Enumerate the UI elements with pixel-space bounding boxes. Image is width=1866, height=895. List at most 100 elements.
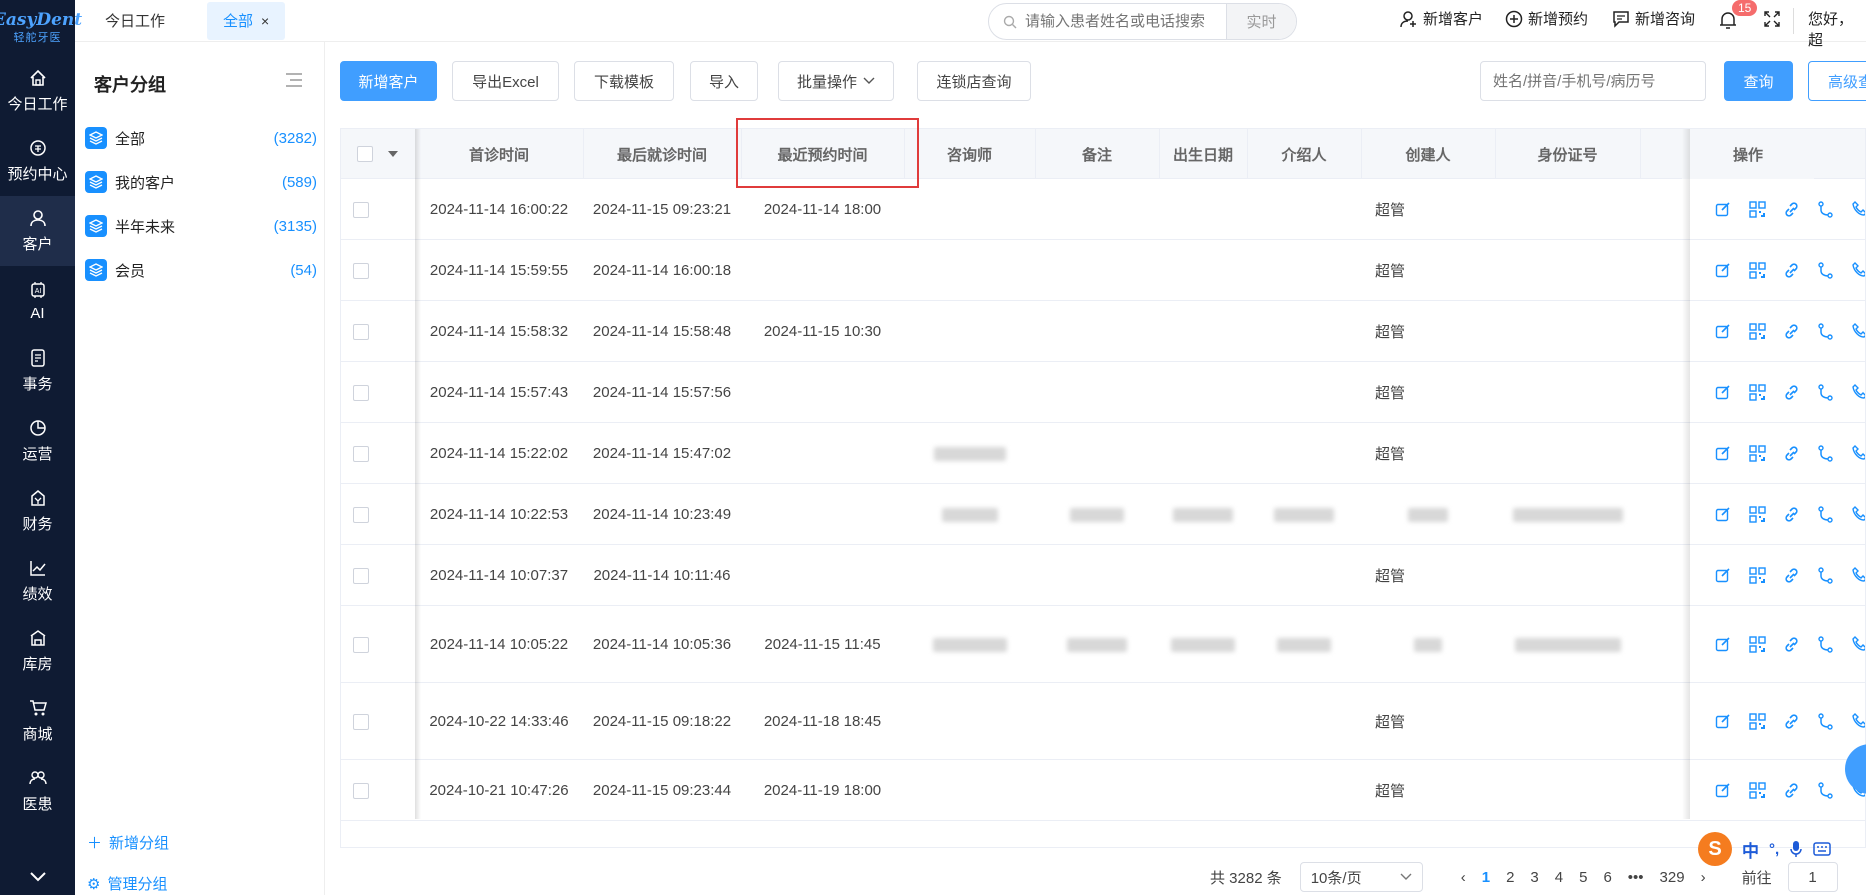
table-row[interactable]: 2024-11-14 15:58:32 2024-11-14 15:58:48 20… — [341, 301, 1865, 362]
goto-page-input[interactable]: 1 — [1787, 862, 1838, 892]
table-row[interactable]: 2024-11-14 10:05:22 2024-11-14 10:05:36 20… — [341, 606, 1865, 683]
column-header[interactable]: 介绍人 — [1247, 129, 1361, 179]
edit-icon[interactable] — [1715, 384, 1732, 401]
page-6[interactable]: 6 — [1603, 869, 1611, 886]
prev-page-button[interactable]: ‹ — [1461, 869, 1466, 886]
nav-item-task[interactable]: 事务 — [0, 336, 75, 406]
collapse-menu-icon[interactable] — [285, 73, 303, 87]
qrcode-icon[interactable] — [1749, 567, 1766, 584]
advanced-query-button[interactable]: 高级查 — [1808, 61, 1866, 101]
tab-all[interactable]: 全部 × — [207, 1, 286, 40]
row-checkbox[interactable] — [353, 323, 369, 340]
realtime-toggle[interactable]: 实时 — [1226, 4, 1296, 39]
new-consult-top-button[interactable]: 新增咨询 — [1612, 8, 1695, 29]
page-2[interactable]: 2 — [1506, 869, 1514, 886]
new-appointment-top-button[interactable]: 新增预约 — [1505, 8, 1588, 29]
table-row[interactable]: 2024-11-14 15:22:02 2024-11-14 15:47:02 超管 — [341, 423, 1865, 484]
qrcode-icon[interactable] — [1749, 262, 1766, 279]
phone-icon[interactable] — [1851, 713, 1866, 730]
branch-icon[interactable] — [1817, 384, 1834, 401]
branch-icon[interactable] — [1817, 201, 1834, 218]
nav-item-appointment[interactable]: 预约中心 — [0, 126, 75, 196]
export-excel-button[interactable]: 导出Excel — [452, 61, 559, 101]
branch-icon[interactable] — [1817, 262, 1834, 279]
column-header[interactable]: 身份证号 — [1495, 129, 1640, 179]
close-icon[interactable]: × — [261, 13, 269, 29]
table-row[interactable]: 2024-11-14 15:57:43 2024-11-14 15:57:56 超管 — [341, 362, 1866, 423]
phone-icon[interactable] — [1851, 262, 1866, 279]
column-header[interactable]: 首诊时间 — [415, 129, 583, 179]
edit-icon[interactable] — [1715, 636, 1732, 653]
link-icon[interactable] — [1783, 262, 1800, 279]
phone-icon[interactable] — [1851, 506, 1866, 523]
branch-icon[interactable] — [1817, 506, 1834, 523]
customer-query-input[interactable] — [1480, 61, 1706, 101]
tab-today-work[interactable]: 今日工作 — [89, 2, 181, 40]
branch-icon[interactable] — [1817, 567, 1834, 584]
table-row[interactable]: 2024-11-14 16:00:22 2024-11-15 09:23:21 20… — [341, 179, 1865, 240]
nav-item-line-chart[interactable]: 绩效 — [0, 546, 75, 616]
import-button[interactable]: 导入 — [690, 61, 758, 101]
nav-item-user[interactable]: 客户 — [0, 196, 75, 266]
next-page-button[interactable]: › — [1701, 869, 1706, 886]
table-row[interactable]: 2024-10-21 10:47:26 2024-11-15 09:23:44 20… — [341, 760, 1865, 821]
phone-icon[interactable] — [1851, 384, 1866, 401]
link-icon[interactable] — [1783, 506, 1800, 523]
new-customer-button[interactable]: 新增客户 — [340, 61, 437, 101]
nav-item-home[interactable]: 今日工作 — [0, 56, 75, 126]
row-checkbox[interactable] — [353, 713, 369, 730]
qrcode-icon[interactable] — [1749, 445, 1766, 462]
edit-icon[interactable] — [1715, 445, 1732, 462]
user-greeting[interactable]: 您好，超 — [1808, 8, 1866, 50]
nav-expand-button[interactable] — [0, 859, 75, 895]
edit-icon[interactable] — [1715, 323, 1732, 340]
download-template-button[interactable]: 下载模板 — [574, 61, 674, 101]
group-item[interactable]: 半年未来 (3135) — [85, 211, 317, 241]
edit-icon[interactable] — [1715, 713, 1732, 730]
branch-icon[interactable] — [1817, 636, 1834, 653]
page-last[interactable]: 329 — [1660, 869, 1685, 886]
ime-lang[interactable]: 中 — [1742, 837, 1759, 862]
nav-item-finance[interactable]: 财务 — [0, 476, 75, 546]
qrcode-icon[interactable] — [1749, 201, 1766, 218]
column-header[interactable]: 创建人 — [1361, 129, 1495, 179]
add-group-button[interactable]: ＋ 新增分组 — [87, 832, 169, 853]
table-row[interactable]: 2024-10-22 14:33:46 2024-11-15 09:18:22 20… — [341, 683, 1866, 760]
column-header[interactable]: 咨询师 — [904, 129, 1035, 179]
table-row[interactable]: 2024-11-14 10:22:53 2024-11-14 10:23:49 — [341, 484, 1866, 545]
link-icon[interactable] — [1783, 384, 1800, 401]
row-checkbox[interactable] — [353, 445, 369, 462]
row-checkbox[interactable] — [353, 262, 369, 279]
row-checkbox[interactable] — [353, 567, 369, 584]
branch-icon[interactable] — [1817, 713, 1834, 730]
fullscreen-button[interactable] — [1763, 10, 1786, 28]
edit-icon[interactable] — [1715, 782, 1732, 799]
select-all-checkbox[interactable] — [357, 146, 373, 162]
link-icon[interactable] — [1783, 782, 1800, 799]
row-checkbox[interactable] — [353, 201, 369, 218]
page-4[interactable]: 4 — [1555, 869, 1563, 886]
query-button[interactable]: 查询 — [1724, 61, 1793, 101]
page-3[interactable]: 3 — [1530, 869, 1538, 886]
ime-punct[interactable]: °, — [1769, 841, 1779, 858]
link-icon[interactable] — [1783, 323, 1800, 340]
qrcode-icon[interactable] — [1749, 636, 1766, 653]
row-checkbox[interactable] — [353, 636, 369, 653]
app-logo[interactable]: EasyDent 轻舵牙医 — [0, 0, 82, 56]
keyboard-icon[interactable] — [1813, 842, 1831, 856]
nav-item-warehouse[interactable]: 库房 — [0, 616, 75, 686]
column-header[interactable]: 出生日期 — [1159, 129, 1247, 179]
edit-icon[interactable] — [1715, 201, 1732, 218]
row-checkbox[interactable] — [353, 384, 369, 401]
row-checkbox[interactable] — [353, 782, 369, 799]
group-item[interactable]: 会员 (54) — [85, 255, 317, 285]
page-size-select[interactable]: 10条/页 — [1299, 862, 1423, 892]
page-1[interactable]: 1 — [1482, 869, 1490, 886]
qrcode-icon[interactable] — [1749, 323, 1766, 340]
pager-more-icon[interactable]: ••• — [1628, 869, 1644, 886]
nav-item-pie-chart[interactable]: 运营 — [0, 406, 75, 476]
qrcode-icon[interactable] — [1749, 782, 1766, 799]
link-icon[interactable] — [1783, 201, 1800, 218]
qrcode-icon[interactable] — [1749, 384, 1766, 401]
link-icon[interactable] — [1783, 713, 1800, 730]
